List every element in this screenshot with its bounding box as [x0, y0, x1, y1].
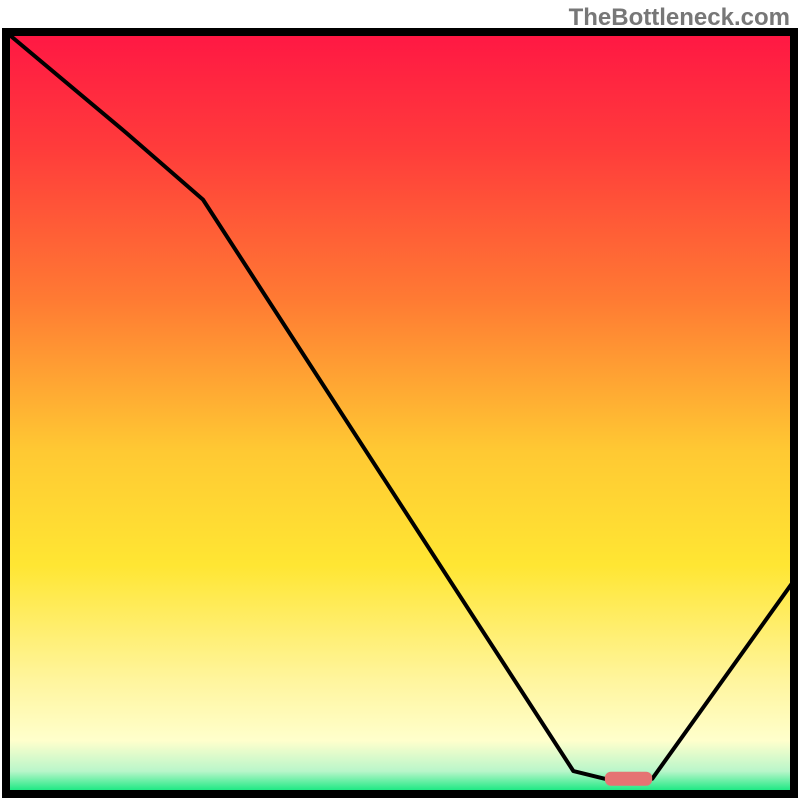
optimal-marker — [605, 772, 652, 786]
gradient-background — [6, 32, 794, 794]
bottleneck-chart — [0, 0, 800, 800]
watermark-text: TheBottleneck.com — [569, 4, 790, 32]
chart-container: TheBottleneck.com — [0, 0, 800, 800]
